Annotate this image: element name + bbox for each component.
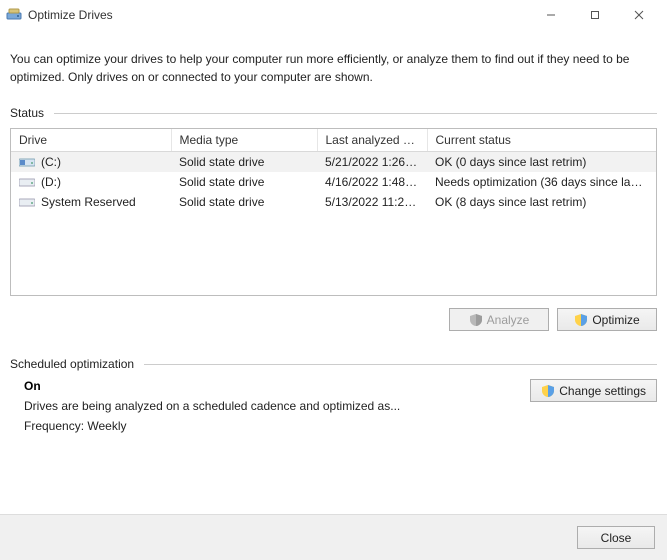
optimize-label: Optimize (592, 313, 639, 327)
shield-icon (469, 313, 483, 327)
col-header-last[interactable]: Last analyzed or ... (317, 129, 427, 152)
scheduled-desc: Drives are being analyzed on a scheduled… (24, 399, 518, 413)
col-header-media[interactable]: Media type (171, 129, 317, 152)
drive-last: 4/16/2022 1:48 AM (317, 172, 427, 192)
analyze-label: Analyze (487, 313, 530, 327)
table-row[interactable]: System Reserved Solid state drive 5/13/2… (11, 192, 656, 212)
window-controls (529, 0, 661, 30)
description-text: You can optimize your drives to help you… (10, 50, 657, 86)
titlebar: Optimize Drives (0, 0, 667, 30)
col-header-drive[interactable]: Drive (11, 129, 171, 152)
drive-last: 5/13/2022 11:20 ... (317, 192, 427, 212)
close-button[interactable] (617, 0, 661, 30)
window-title: Optimize Drives (28, 8, 529, 22)
drive-status: OK (0 days since last retrim) (427, 152, 656, 173)
shield-icon (574, 313, 588, 327)
scheduled-section-header: Scheduled optimization (10, 357, 657, 371)
footer: Close (0, 514, 667, 560)
table-row[interactable]: (C:) Solid state drive 5/21/2022 1:26 PM… (11, 152, 656, 173)
drive-icon (19, 175, 35, 189)
shield-icon (541, 384, 555, 398)
app-icon (6, 7, 22, 23)
maximize-button[interactable] (573, 0, 617, 30)
drive-name: System Reserved (41, 195, 136, 209)
scheduled-text: On Drives are being analyzed on a schedu… (24, 379, 518, 439)
table-header-row: Drive Media type Last analyzed or ... Cu… (11, 129, 656, 152)
status-label: Status (10, 106, 44, 120)
close-dialog-button[interactable]: Close (577, 526, 655, 549)
table-row[interactable]: (D:) Solid state drive 4/16/2022 1:48 AM… (11, 172, 656, 192)
drive-name: (D:) (41, 175, 61, 189)
drive-status: Needs optimization (36 days since last..… (427, 172, 656, 192)
col-header-status[interactable]: Current status (427, 129, 656, 152)
change-settings-button[interactable]: Change settings (530, 379, 657, 402)
scheduled-state: On (24, 379, 518, 393)
status-section-header: Status (10, 106, 657, 120)
drive-last: 5/21/2022 1:26 PM (317, 152, 427, 173)
analyze-button: Analyze (449, 308, 549, 331)
drives-table[interactable]: Drive Media type Last analyzed or ... Cu… (10, 128, 657, 296)
change-settings-label: Change settings (559, 384, 646, 398)
drive-name: (C:) (41, 155, 61, 169)
drive-icon (19, 195, 35, 209)
optimize-button[interactable]: Optimize (557, 308, 657, 331)
drive-icon (19, 155, 35, 169)
drive-media: Solid state drive (171, 192, 317, 212)
minimize-button[interactable] (529, 0, 573, 30)
drive-media: Solid state drive (171, 172, 317, 192)
scheduled-frequency: Frequency: Weekly (24, 419, 518, 433)
drive-media: Solid state drive (171, 152, 317, 173)
divider (54, 113, 657, 114)
close-label: Close (601, 531, 632, 545)
drive-status: OK (8 days since last retrim) (427, 192, 656, 212)
divider (144, 364, 657, 365)
scheduled-label: Scheduled optimization (10, 357, 134, 371)
